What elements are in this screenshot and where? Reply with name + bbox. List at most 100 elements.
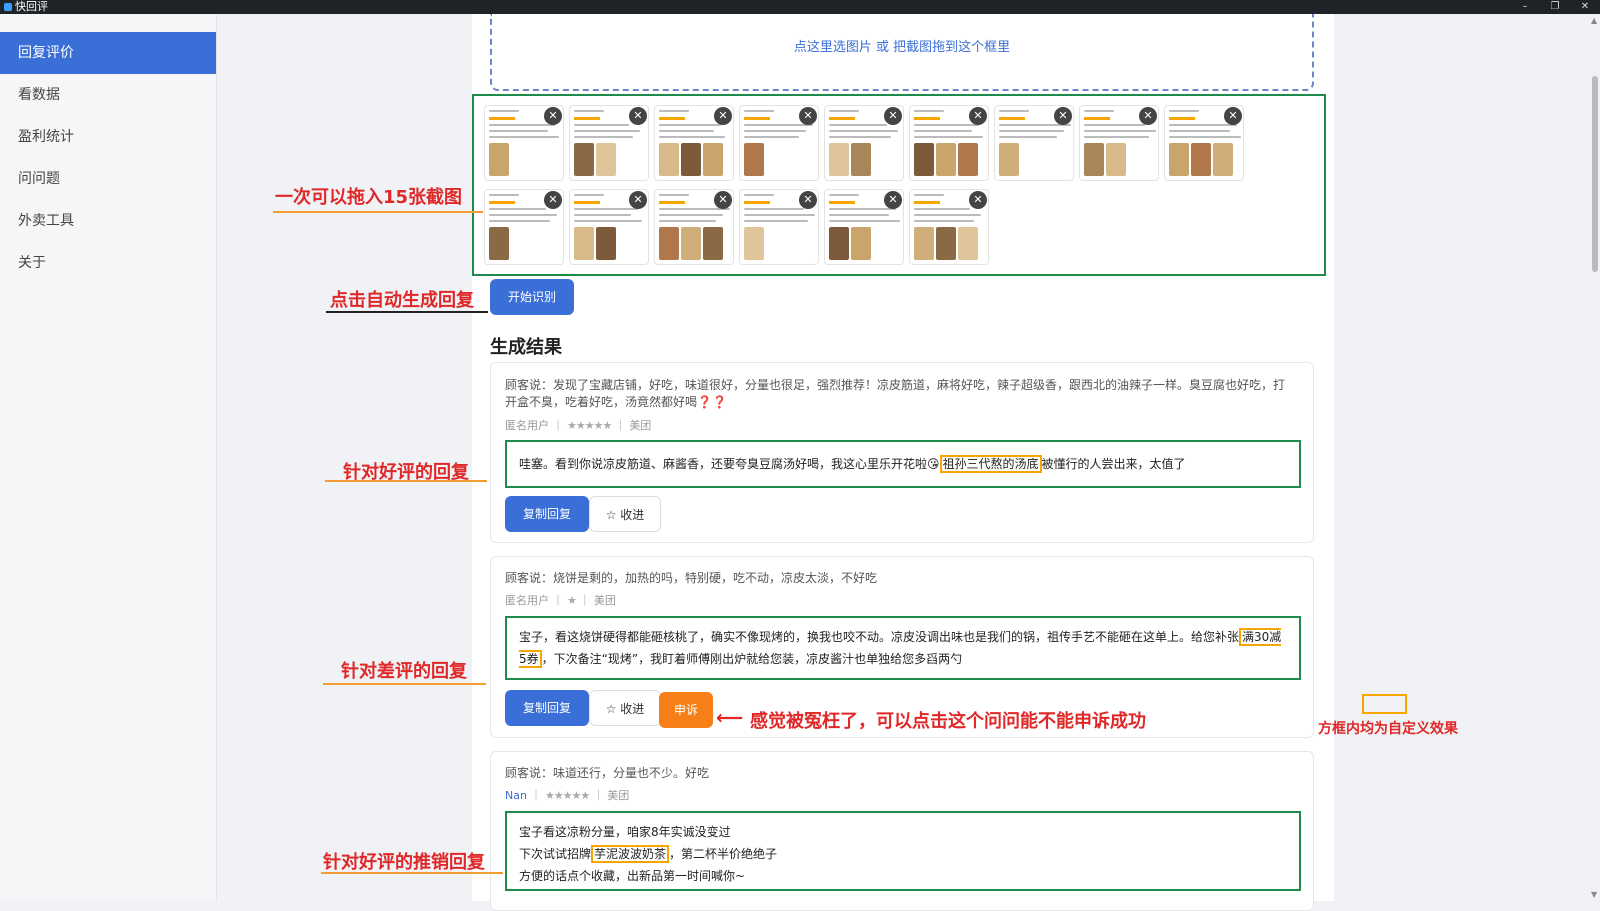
annotation-underline	[273, 211, 483, 213]
remove-thumbnail-icon[interactable]: ✕	[629, 107, 647, 125]
scroll-down-icon[interactable]: ▼	[1591, 890, 1597, 899]
thumbnail-photo	[936, 143, 956, 176]
remove-thumbnail-icon[interactable]: ✕	[544, 107, 562, 125]
review-card-1: 顾客说：发现了宝藏店铺，好吃，味道很好，分量也很足，强烈推荐！凉皮筋道，麻将好吃…	[490, 362, 1314, 543]
thumbnail-stars	[489, 201, 515, 204]
thumbnail-text-line	[1169, 136, 1241, 138]
annotation-underline	[325, 480, 487, 482]
thumbnail-photo	[703, 227, 723, 260]
remove-thumbnail-icon[interactable]: ✕	[714, 191, 732, 209]
thumbnail-photo	[596, 143, 616, 176]
favorite-button[interactable]: ☆ 收进	[589, 690, 661, 726]
thumbnail-photo	[999, 143, 1019, 176]
thumbnail-text-line	[489, 208, 546, 210]
thumbnail-text-line	[659, 136, 725, 138]
minimize-icon[interactable]: –	[1510, 0, 1540, 14]
thumbnail-stars	[829, 117, 855, 120]
remove-thumbnail-icon[interactable]: ✕	[884, 107, 902, 125]
remove-thumbnail-icon[interactable]: ✕	[969, 191, 987, 209]
thumbnail-photo	[851, 143, 871, 176]
remove-thumbnail-icon[interactable]: ✕	[1224, 107, 1242, 125]
thumbnail-photo	[659, 143, 679, 176]
remove-thumbnail-icon[interactable]: ✕	[1054, 107, 1072, 125]
sidebar-item-tools[interactable]: 外卖工具	[0, 200, 216, 242]
appeal-button[interactable]: 申诉	[659, 692, 713, 728]
thumbnail-stars	[914, 201, 940, 204]
scrollbar[interactable]: ▲ ▼	[1590, 14, 1600, 901]
thumbnail-photo	[914, 143, 934, 176]
thumbnail-stars	[829, 201, 855, 204]
remove-thumbnail-icon[interactable]: ✕	[544, 191, 562, 209]
thumbnail-text-line	[999, 130, 1064, 132]
sidebar-item-about[interactable]: 关于	[0, 242, 216, 284]
generated-reply[interactable]: 哇塞。看到你说凉皮筋道、麻酱香，还要夸臭豆腐汤好喝，我这心里乐开花啦😘 祖孙三代熬…	[505, 440, 1301, 488]
remove-thumbnail-icon[interactable]: ✕	[799, 191, 817, 209]
thumbnail-text-line	[659, 124, 721, 126]
thumbnail-text-line	[914, 214, 981, 216]
sidebar-item-ask[interactable]: 问问题	[0, 158, 216, 200]
thumbnail-text-line	[744, 208, 804, 210]
thumbnail-text-line	[489, 110, 519, 112]
thumbnail-photo	[1213, 143, 1233, 176]
upload-dropzone[interactable]: 点这里选图片 或 把截图拖到这个框里	[490, 14, 1314, 91]
legend-text: 方框内均为自定义效果	[1318, 721, 1458, 737]
thumbnail-photo	[574, 143, 594, 176]
thumbnail-photo	[489, 143, 509, 176]
thumbnail-photo	[851, 227, 871, 260]
reply-highlight: 芋泥波波奶茶	[591, 845, 670, 863]
thumbnail-photo	[596, 227, 616, 260]
remove-thumbnail-icon[interactable]: ✕	[884, 191, 902, 209]
reply-line-1: 宝子看这凉粉分量，咱家8年实诚没变过	[519, 825, 731, 839]
star-rating: ★	[567, 594, 577, 607]
thumbnail-photo	[936, 227, 956, 260]
favorite-button[interactable]: ☆ 收进	[589, 496, 661, 532]
thumbnail-text-line	[829, 130, 898, 132]
copy-reply-button[interactable]: 复制回复	[505, 496, 589, 532]
remove-thumbnail-icon[interactable]: ✕	[714, 107, 732, 125]
review-user: 匿名用户	[505, 594, 549, 607]
remove-thumbnail-icon[interactable]: ✕	[629, 191, 647, 209]
thumbnail-text-line	[574, 136, 633, 138]
annotation-appeal-arrow: ⟵	[716, 707, 744, 729]
scrollbar-thumb[interactable]	[1592, 76, 1598, 272]
sidebar: 回复评价 看数据 盈利统计 问问题 外卖工具 关于	[0, 14, 217, 901]
thumbnail-photo	[744, 227, 764, 260]
review-meta: 匿名用户 ｜ ★★★★★ ｜ 美团	[505, 419, 652, 432]
annotation-auto-reply: 点击自动生成回复	[330, 290, 474, 311]
thumbnail-photo	[744, 143, 764, 176]
thumbnail-stars	[744, 201, 770, 204]
thumbnail-photo	[1084, 143, 1104, 176]
sidebar-item-reply[interactable]: 回复评价	[0, 32, 216, 74]
remove-thumbnail-icon[interactable]: ✕	[799, 107, 817, 125]
thumbnail-text-line	[744, 130, 806, 132]
thumbnail-text-line	[489, 136, 559, 138]
restore-icon[interactable]: ❐	[1540, 0, 1570, 14]
thumbnail-text-line	[829, 194, 859, 196]
remove-thumbnail-icon[interactable]: ✕	[969, 107, 987, 125]
thumbnail-stars	[1084, 117, 1110, 120]
review-platform: 美团	[593, 594, 616, 607]
thumbnail-text-line	[1084, 136, 1149, 138]
thumbnail-text-line	[659, 214, 723, 216]
thumbnail-text-line	[829, 214, 889, 216]
annotation-underline	[321, 872, 503, 874]
scroll-up-icon[interactable]: ▲	[1591, 16, 1597, 25]
generated-reply[interactable]: 宝子看这凉粉分量，咱家8年实诚没变过 下次试试招牌 芋泥波波奶茶 ，第二杯半价绝绝子…	[505, 811, 1301, 891]
thumbnail-text-line	[999, 110, 1029, 112]
sidebar-item-data[interactable]: 看数据	[0, 74, 216, 116]
thumbnail-text-line	[489, 220, 550, 222]
start-recognize-button[interactable]: 开始识别	[490, 279, 574, 315]
thumbnail-text-line	[489, 194, 519, 196]
remove-thumbnail-icon[interactable]: ✕	[1139, 107, 1157, 125]
thumbnail-photo	[681, 143, 701, 176]
customer-review: 顾客说：发现了宝藏店铺，好吃，味道很好，分量也很足，强烈推荐！凉皮筋道，麻将好吃…	[505, 378, 1286, 409]
annotation-drag15: 一次可以拖入15张截图	[275, 187, 463, 208]
close-icon[interactable]: ✕	[1570, 0, 1600, 14]
thumbnail-text-line	[1084, 124, 1145, 126]
copy-reply-button[interactable]: 复制回复	[505, 690, 589, 726]
generated-reply[interactable]: 宝子，看这烧饼硬得都能砸核桃了，确实不像现烤的，换我也咬不动。凉皮没调出味也是我…	[505, 616, 1301, 680]
sidebar-item-profit[interactable]: 盈利统计	[0, 116, 216, 158]
thumbnail-text-line	[574, 194, 604, 196]
thumbnail-stars	[574, 201, 600, 204]
reply-text-end: ，下次备注“现烤”，我盯着师傅刚出炉就给您装，凉皮酱汁也单独给您多舀两勺	[541, 652, 963, 666]
